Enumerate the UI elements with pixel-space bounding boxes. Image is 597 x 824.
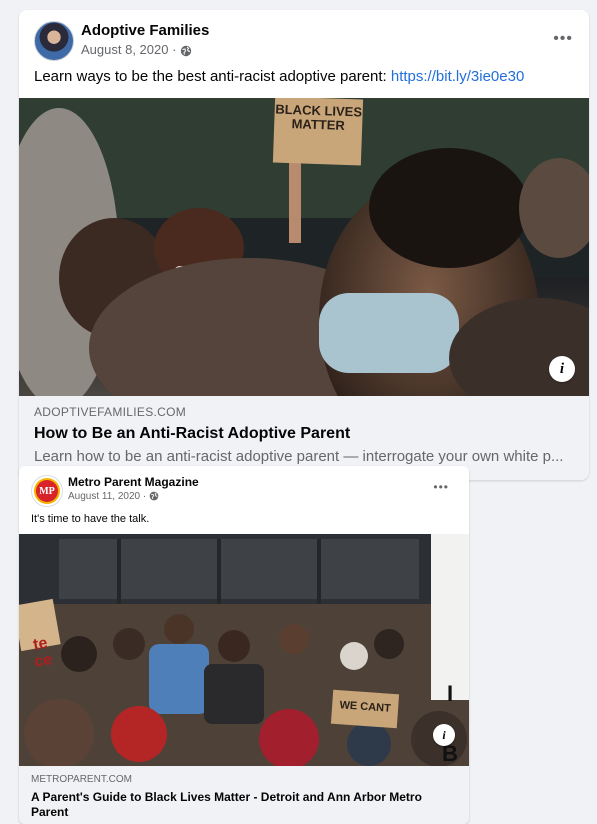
page-name[interactable]: Metro Parent Magazine <box>68 475 199 489</box>
page-avatar[interactable] <box>34 21 74 61</box>
info-icon[interactable]: i <box>433 724 455 746</box>
metro-parent-logo: MP <box>36 480 58 502</box>
link-title[interactable]: A Parent's Guide to Black Lives Matter -… <box>31 790 451 820</box>
post-card-metro-parent: MP Metro Parent Magazine August 11, 2020… <box>19 466 469 824</box>
globe-icon <box>180 42 192 57</box>
post-link[interactable]: https://bit.ly/3ie0e30 <box>391 68 524 85</box>
sign-text-center: WE CANT <box>339 699 392 715</box>
page-avatar[interactable]: MP <box>31 475 63 507</box>
sign-text: BLACK LIVES MATTER <box>275 101 363 133</box>
more-options-icon[interactable]: ••• <box>553 30 573 48</box>
post-text: It's time to have the talk. <box>31 513 150 525</box>
protest-sign: BLACK LIVES MATTER <box>272 98 364 166</box>
link-preview[interactable]: METROPARENT.COM A Parent's Guide to Blac… <box>19 766 469 824</box>
post-image[interactable]: BLACK LIVES MATTER i <box>19 98 589 396</box>
post-date-text[interactable]: August 11, 2020 · <box>68 491 149 502</box>
post-text-body: Learn ways to be the best anti-racist ad… <box>34 68 391 85</box>
post-date[interactable]: August 8, 2020 · <box>81 42 192 57</box>
protest-photo <box>19 534 469 766</box>
protest-sign-center: WE CANT <box>330 689 400 729</box>
globe-icon <box>149 491 159 502</box>
more-options-icon[interactable]: ••• <box>433 480 449 494</box>
link-title[interactable]: How to Be an Anti-Racist Adoptive Parent <box>34 425 350 443</box>
post-text: Learn ways to be the best anti-racist ad… <box>34 68 524 85</box>
protest-sign-right: I B <box>431 534 469 766</box>
link-domain: METROPARENT.COM <box>31 774 132 785</box>
sign-text-right: I B <box>442 681 458 766</box>
sign-text-left: te ce <box>31 634 54 671</box>
info-icon[interactable]: i <box>549 356 575 382</box>
post-card-adoptive-families: Adoptive Families August 8, 2020 · ••• L… <box>19 10 589 480</box>
link-description: Learn how to be an anti-racist adoptive … <box>34 448 564 465</box>
post-date[interactable]: August 11, 2020 · <box>68 491 159 502</box>
post-image[interactable]: te ce I B WE CANT i <box>19 534 469 766</box>
page-name[interactable]: Adoptive Families <box>81 22 209 39</box>
post-date-text[interactable]: August 8, 2020 · <box>81 42 180 57</box>
link-domain: ADOPTIVEFAMILIES.COM <box>34 405 187 419</box>
